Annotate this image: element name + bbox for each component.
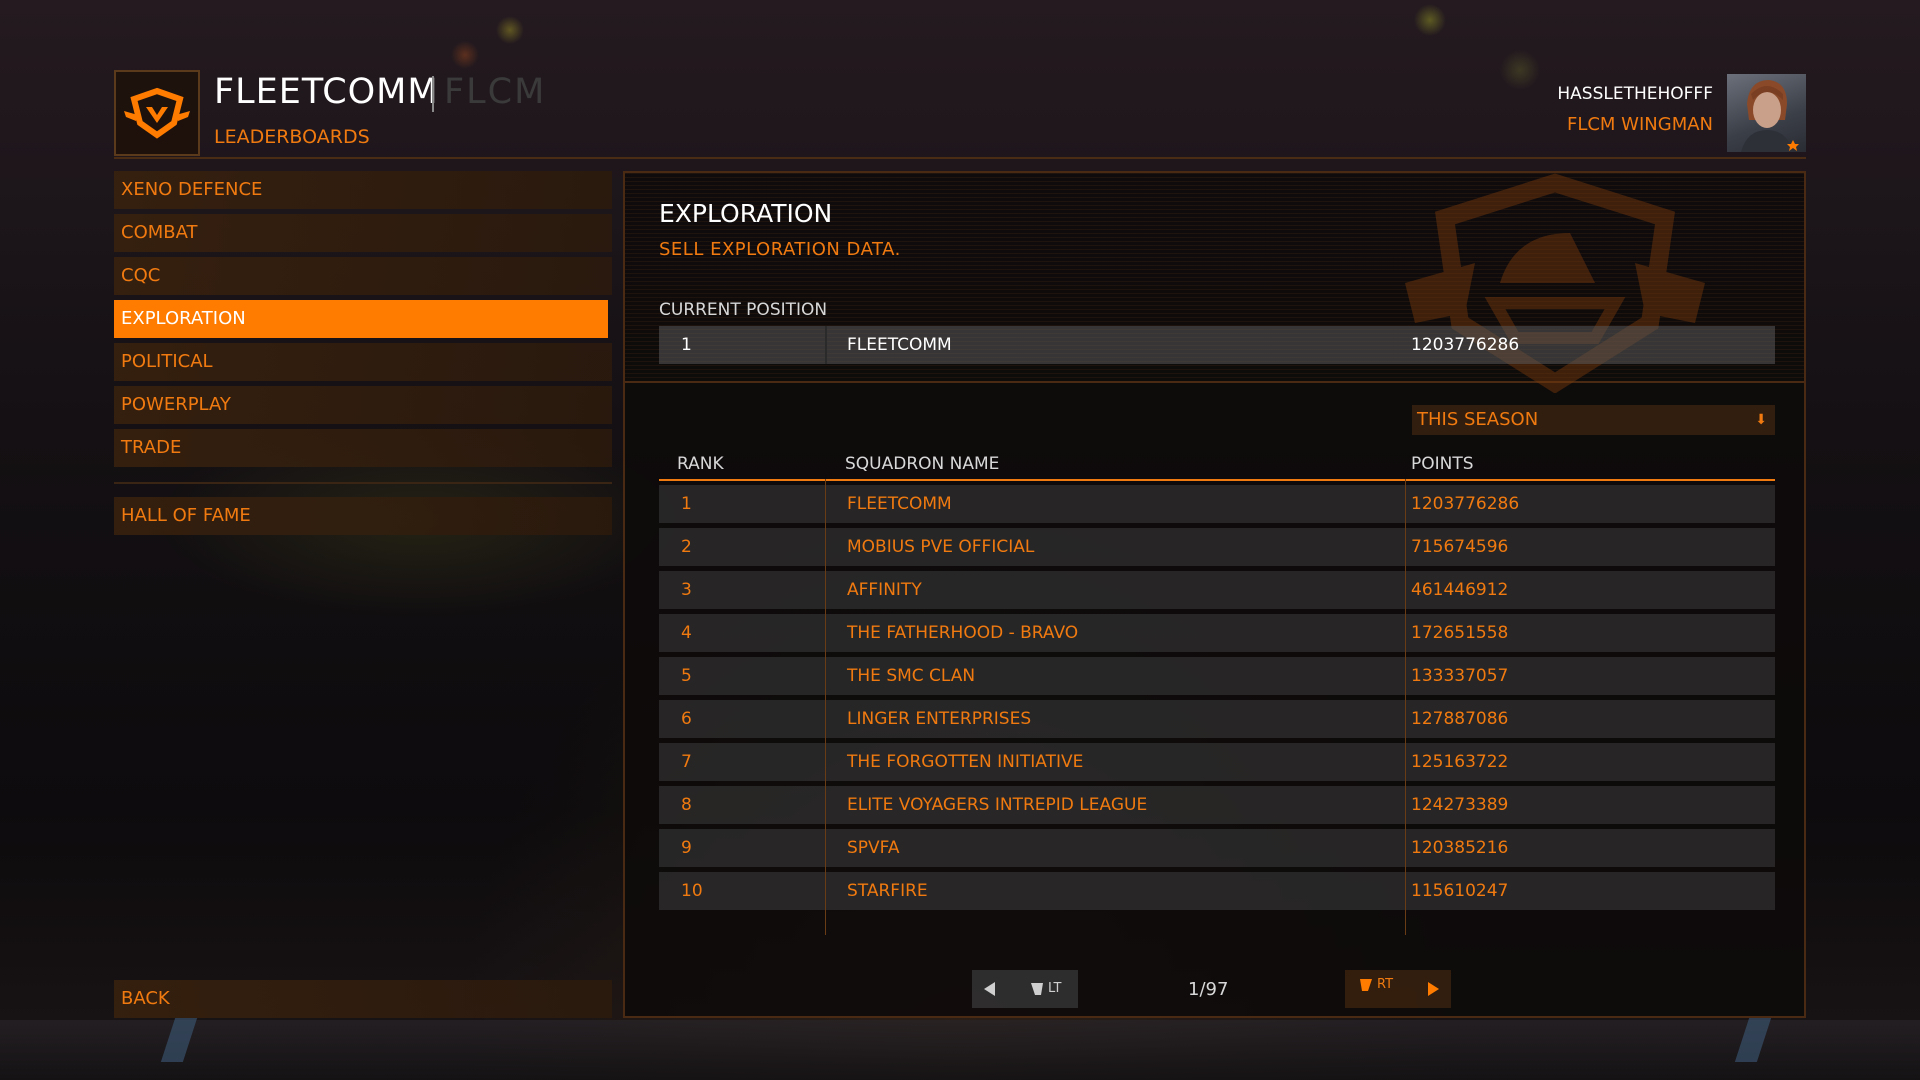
table-row[interactable]: 5 THE SMC CLAN 133337057 <box>659 657 1775 695</box>
chevron-down-icon: ⬇ <box>1755 412 1767 428</box>
header-divider <box>114 157 1806 159</box>
sidebar-item-hall-of-fame[interactable]: HALL OF FAME <box>114 497 612 535</box>
row-points: 172651558 <box>1411 623 1509 643</box>
row-squadron-name: THE SMC CLAN <box>847 666 976 686</box>
table-row[interactable]: 3 AFFINITY 461446912 <box>659 571 1775 609</box>
column-divider <box>1405 479 1406 935</box>
row-rank: 5 <box>681 666 692 686</box>
row-points: 115610247 <box>1411 881 1509 901</box>
row-points: 124273389 <box>1411 795 1509 815</box>
squadron-tag: FLCM <box>444 72 547 112</box>
current-squadron: FLEETCOMM <box>847 335 952 355</box>
current-points: 1203776286 <box>1411 335 1520 355</box>
table-row[interactable]: 1 FLEETCOMM 1203776286 <box>659 485 1775 523</box>
sidebar-item-exploration[interactable]: EXPLORATION <box>114 300 608 338</box>
row-rank: 10 <box>681 881 703 901</box>
row-squadron-name: MOBIUS PVE OFFICIAL <box>847 537 1035 557</box>
next-page-button[interactable]: RT <box>1345 970 1451 1008</box>
column-header-points: POINTS <box>1411 454 1474 474</box>
row-points: 1203776286 <box>1411 494 1520 514</box>
row-rank: 8 <box>681 795 692 815</box>
table-row[interactable]: 9 SPVFA 120385216 <box>659 829 1775 867</box>
season-filter-dropdown[interactable]: THIS SEASON ⬇ <box>1412 405 1775 435</box>
previous-page-hint: LT <box>1048 981 1062 996</box>
left-trigger-icon <box>1031 983 1043 995</box>
sidebar-item-cqc[interactable]: CQC <box>114 257 612 295</box>
section-title: LEADERBOARDS <box>214 126 370 148</box>
portrait-icon <box>1741 80 1799 152</box>
row-squadron-name: LINGER ENTERPRISES <box>847 709 1032 729</box>
back-button[interactable]: BACK <box>114 980 612 1018</box>
column-divider <box>825 479 826 935</box>
table-row[interactable]: 2 MOBIUS PVE OFFICIAL 715674596 <box>659 528 1775 566</box>
sidebar-item-xeno-defence[interactable]: XENO DEFENCE <box>114 171 612 209</box>
panel-header: EXPLORATION SELL EXPLORATION DATA. CURRE… <box>625 173 1804 393</box>
commander-name: HASSLETHEHOFFF <box>1557 84 1713 104</box>
row-points: 127887086 <box>1411 709 1509 729</box>
squadron-emblem <box>114 70 200 156</box>
current-position-row: 1 FLEETCOMM 1203776286 <box>659 326 1775 364</box>
row-points: 133337057 <box>1411 666 1509 686</box>
row-points: 125163722 <box>1411 752 1509 772</box>
commander-rank: FLCM WINGMAN <box>1566 114 1713 135</box>
row-squadron-name: AFFINITY <box>847 580 922 600</box>
current-rank: 1 <box>659 326 827 364</box>
row-squadron-name: SPVFA <box>847 838 900 858</box>
sidebar-divider <box>114 482 612 484</box>
row-rank: 1 <box>681 494 692 514</box>
table-row[interactable]: 8 ELITE VOYAGERS INTREPID LEAGUE 1242733… <box>659 786 1775 824</box>
sidebar-item-powerplay[interactable]: POWERPLAY <box>114 386 612 424</box>
panel-title: EXPLORATION <box>659 199 833 228</box>
sidebar-item-combat[interactable]: COMBAT <box>114 214 612 252</box>
next-page-hint: RT <box>1377 977 1394 992</box>
title-divider <box>432 76 434 112</box>
row-squadron-name: FLEETCOMM <box>847 494 952 514</box>
row-rank: 7 <box>681 752 692 772</box>
table-header-rule <box>659 479 1775 481</box>
column-header-name: SQUADRON NAME <box>845 454 1000 474</box>
previous-page-button[interactable]: LT <box>972 970 1078 1008</box>
row-squadron-name: ELITE VOYAGERS INTREPID LEAGUE <box>847 795 1148 815</box>
season-filter-label: THIS SEASON <box>1417 409 1539 430</box>
row-squadron-name: THE FATHERHOOD - BRAVO <box>847 623 1079 643</box>
page-indicator: 1/97 <box>1188 979 1229 1000</box>
squadron-logo-icon <box>124 87 190 139</box>
row-rank: 2 <box>681 537 692 557</box>
current-position-label: CURRENT POSITION <box>659 300 828 320</box>
row-rank: 6 <box>681 709 692 729</box>
arrow-right-icon <box>1428 982 1439 996</box>
row-points: 461446912 <box>1411 580 1509 600</box>
sidebar-item-trade[interactable]: TRADE <box>114 429 612 467</box>
table-row[interactable]: 7 THE FORGOTTEN INITIATIVE 125163722 <box>659 743 1775 781</box>
column-header-rank: RANK <box>677 454 724 474</box>
table-row[interactable]: 4 THE FATHERHOOD - BRAVO 172651558 <box>659 614 1775 652</box>
row-rank: 9 <box>681 838 692 858</box>
row-squadron-name: STARFIRE <box>847 881 928 901</box>
leaderboard-panel: EXPLORATION SELL EXPLORATION DATA. CURRE… <box>623 171 1806 1018</box>
row-rank: 3 <box>681 580 692 600</box>
squadron-name: FLEETCOMM <box>214 72 439 112</box>
sidebar-item-political[interactable]: POLITICAL <box>114 343 612 381</box>
background-floor <box>0 1020 1920 1080</box>
commander-avatar <box>1727 74 1806 152</box>
table-row[interactable]: 6 LINGER ENTERPRISES 127887086 <box>659 700 1775 738</box>
panel-description: SELL EXPLORATION DATA. <box>659 239 901 260</box>
row-points: 715674596 <box>1411 537 1509 557</box>
right-trigger-icon <box>1360 979 1372 991</box>
row-rank: 4 <box>681 623 692 643</box>
row-points: 120385216 <box>1411 838 1509 858</box>
table-row[interactable]: 10 STARFIRE 115610247 <box>659 872 1775 910</box>
arrow-left-icon <box>984 982 995 996</box>
row-squadron-name: THE FORGOTTEN INITIATIVE <box>847 752 1084 772</box>
